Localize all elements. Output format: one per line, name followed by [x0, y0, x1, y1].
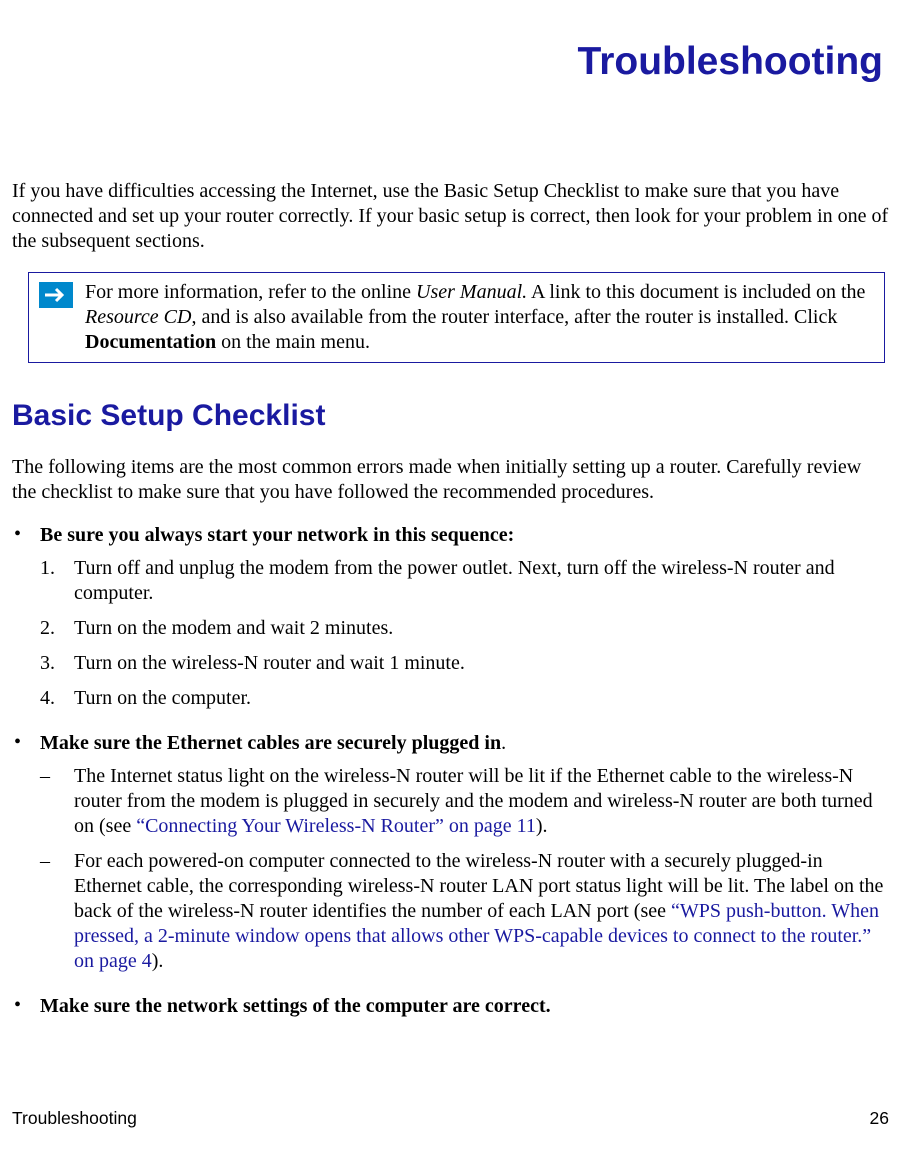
dash-marker: – [40, 764, 74, 839]
bullet-bold: Be sure you always start your network in… [40, 524, 514, 546]
list-item: 2.Turn on the modem and wait 2 minutes. [40, 616, 889, 641]
note-post: on the main menu. [216, 331, 370, 353]
num-text: Turn off and unplug the modem from the p… [74, 556, 889, 606]
page-footer: Troubleshooting 26 [12, 1108, 889, 1129]
note-mid-1: A link to this document is included on t… [527, 281, 865, 303]
bullet-marker: • [12, 731, 40, 984]
note-mid-2: , and is also available from the router … [191, 306, 837, 328]
list-item: • Make sure the Ethernet cables are secu… [12, 731, 889, 984]
arrow-right-icon [39, 282, 73, 308]
note-text: For more information, refer to the onlin… [85, 280, 874, 355]
intro-paragraph: If you have difficulties accessing the I… [12, 179, 889, 254]
section-heading: Basic Setup Checklist [12, 399, 889, 433]
note-bold: Documentation [85, 331, 216, 353]
footer-page-number: 26 [870, 1108, 889, 1129]
dash-marker: – [40, 849, 74, 974]
num-marker: 3. [40, 651, 74, 676]
bullet-plain: . [501, 732, 506, 754]
sub-list: – The Internet status light on the wirel… [40, 764, 889, 974]
sub-text: For each powered-on computer connected t… [74, 849, 889, 974]
sub-text: The Internet status light on the wireles… [74, 764, 889, 839]
num-text: Turn on the computer. [74, 686, 889, 711]
num-text: Turn on the modem and wait 2 minutes. [74, 616, 889, 641]
num-marker: 4. [40, 686, 74, 711]
note-italic-2: Resource CD [85, 306, 191, 328]
note-pre: For more information, refer to the onlin… [85, 281, 416, 303]
bullet-list: • Be sure you always start your network … [12, 523, 889, 1019]
list-item: – For each powered-on computer connected… [40, 849, 889, 974]
bullet-bold: Make sure the Ethernet cables are secure… [40, 732, 501, 754]
section-intro: The following items are the most common … [12, 455, 889, 505]
num-marker: 2. [40, 616, 74, 641]
chapter-title: Troubleshooting [12, 40, 883, 84]
note-box: For more information, refer to the onlin… [28, 272, 885, 363]
num-text: Turn on the wireless-N router and wait 1… [74, 651, 889, 676]
footer-left: Troubleshooting [12, 1108, 137, 1129]
sub-post: ). [536, 815, 548, 837]
bullet-marker: • [12, 994, 40, 1019]
list-item: 4.Turn on the computer. [40, 686, 889, 711]
numbered-list: 1.Turn off and unplug the modem from the… [40, 556, 889, 711]
num-marker: 1. [40, 556, 74, 606]
list-item: – The Internet status light on the wirel… [40, 764, 889, 839]
note-italic-1: User Manual. [416, 281, 527, 303]
list-item: • Make sure the network settings of the … [12, 994, 889, 1019]
bullet-bold: Make sure the network settings of the co… [40, 995, 551, 1017]
list-item: • Be sure you always start your network … [12, 523, 889, 721]
bullet-marker: • [12, 523, 40, 721]
sub-post: ). [152, 950, 164, 972]
cross-reference-link[interactable]: “Connecting Your Wireless-N Router” on p… [136, 815, 536, 837]
list-item: 3.Turn on the wireless-N router and wait… [40, 651, 889, 676]
list-item: 1.Turn off and unplug the modem from the… [40, 556, 889, 606]
